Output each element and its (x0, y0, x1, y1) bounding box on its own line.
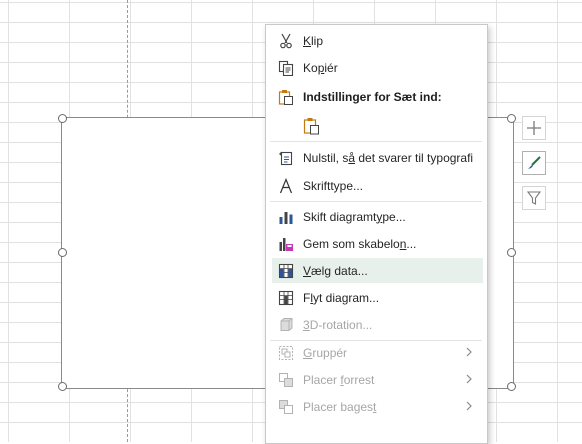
menu-item-label: Placer forrest (303, 372, 375, 387)
menu-item-label: 3D-rotation... (303, 317, 373, 332)
menu-item-font[interactable]: Skrifttype... (272, 173, 483, 198)
menu-item-bring-forward[interactable]: Placer forrest (272, 367, 483, 392)
send-backward-icon (276, 397, 296, 417)
resize-handle-middle-right[interactable] (507, 248, 516, 257)
menu-item-label: Nulstil, så det svarer til typografi (303, 150, 474, 165)
menu-item-save-template[interactable]: Gem som skabelon... (272, 231, 483, 256)
group-icon (276, 343, 296, 363)
chart-elements-button[interactable] (522, 116, 546, 140)
bring-forward-icon (276, 370, 296, 390)
chevron-right-icon (463, 346, 475, 358)
reset-style-icon (276, 148, 296, 168)
copy-icon (276, 58, 296, 78)
menu-item-move-chart[interactable]: Flyt diagram... (272, 285, 483, 310)
font-icon (276, 176, 296, 196)
paste-option-keep-formatting[interactable] (272, 113, 319, 138)
resize-handle-top-left[interactable] (58, 114, 67, 123)
menu-separator (270, 201, 482, 202)
chevron-right-icon (463, 400, 475, 412)
resize-handle-bottom-left[interactable] (58, 382, 67, 391)
menu-item-send-backward[interactable]: Placer bagest (272, 394, 483, 419)
menu-item-klip[interactable]: Klip (272, 28, 483, 53)
menu-item-label: Vælg data... (303, 263, 368, 278)
resize-handle-bottom-right[interactable] (507, 382, 516, 391)
chart-type-icon (276, 207, 296, 227)
menu-item-group[interactable]: Gruppér (272, 340, 483, 365)
resize-handle-top-right[interactable] (507, 114, 516, 123)
menu-item-reset-style[interactable]: Nulstil, så det svarer til typografi (272, 145, 483, 170)
select-data-icon (276, 261, 296, 281)
menu-separator (270, 141, 482, 142)
menu-item-select-data[interactable]: Vælg data... (272, 258, 483, 283)
menu-item-label: Skrifttype... (303, 178, 364, 193)
menu-section-label: Indstillinger for Sæt ind: (303, 89, 442, 104)
menu-item-label: Gem som skabelon... (303, 236, 417, 251)
menu-item-label: Skift diagramtype... (303, 209, 406, 224)
menu-item-label: Gruppér (303, 345, 348, 360)
chart-filters-button[interactable] (522, 186, 546, 210)
paste-icon (303, 116, 321, 136)
chart-styles-button[interactable] (522, 151, 546, 175)
paste-icon (276, 87, 296, 107)
menu-item-kopier[interactable]: Kopiér (272, 55, 483, 80)
menu-item-change-chart-type[interactable]: Skift diagramtype... (272, 204, 483, 229)
plus-icon (527, 121, 541, 135)
menu-item-label: Flyt diagram... (303, 290, 380, 305)
filter-icon (526, 191, 542, 205)
save-template-icon (276, 234, 296, 254)
chevron-right-icon (463, 373, 475, 385)
resize-handle-middle-left[interactable] (58, 248, 67, 257)
scissors-icon (276, 31, 296, 51)
3d-rotation-icon (276, 315, 296, 335)
brush-icon (528, 156, 541, 169)
move-chart-icon (276, 288, 296, 308)
menu-item-label: Placer bagest (303, 399, 377, 414)
menu-item-label: Kopiér (303, 60, 338, 75)
context-menu: Klip Kopiér Indstillinger for Sæt ind: N… (265, 24, 488, 444)
menu-item-3d-rotation[interactable]: 3D-rotation... (272, 312, 483, 337)
menu-item-label: Klip (303, 33, 324, 48)
menu-section-paste-options: Indstillinger for Sæt ind: (272, 84, 483, 109)
